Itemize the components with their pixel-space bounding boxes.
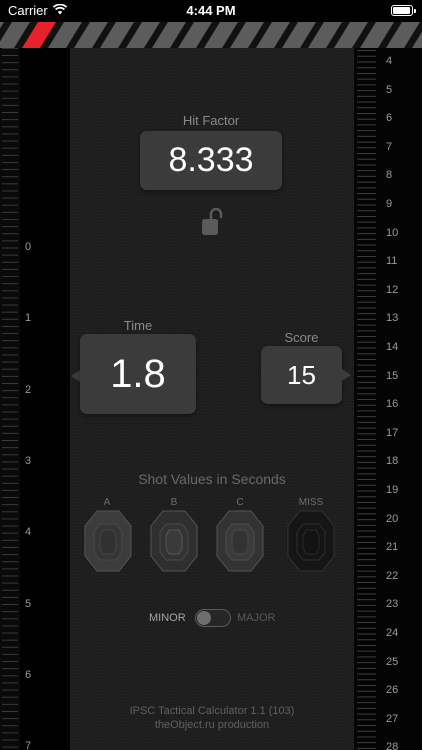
major-label[interactable]: MAJOR	[237, 612, 276, 624]
score-ruler-label: 13	[386, 312, 399, 325]
score-ruler-label: 12	[386, 283, 399, 296]
target-c-label: C	[236, 497, 244, 508]
target-c-button[interactable]	[216, 510, 264, 572]
score-ruler-label: 23	[386, 598, 399, 611]
score-label: Score	[284, 330, 319, 345]
score-pointer	[342, 369, 351, 381]
time-value[interactable]: 1.8	[80, 334, 196, 414]
score-ruler-label: 4	[386, 55, 393, 67]
target-miss-label: MISS	[298, 497, 324, 508]
score-ruler-label: 5	[386, 83, 393, 96]
time-ruler-labels: 0 1 2 3 4 5 6 7	[20, 48, 70, 750]
time-ruler-label: 5	[25, 597, 32, 610]
target-b-button[interactable]	[150, 510, 198, 572]
score-value[interactable]: 15	[261, 346, 342, 404]
score-ruler-label: 16	[386, 398, 399, 411]
unlock-icon[interactable]	[200, 205, 224, 237]
score-ruler-label: 26	[386, 684, 399, 697]
time-label: Time	[123, 318, 153, 333]
time-ruler-label: 6	[25, 668, 32, 681]
score-ruler-label: 19	[386, 484, 399, 496]
app-version-text: IPSC Tactical Calculator 1.1 (103)	[129, 705, 295, 717]
minor-label[interactable]: MINOR	[149, 612, 186, 624]
credits-text: theObject.ru production	[154, 719, 270, 731]
score-ruler[interactable]: 4 5 6 7 8 9 10 11 12 13 14 15 16 17 18 19 20 21 22 23 24 25 26…	[354, 48, 422, 750]
score-ruler-label: 18	[386, 455, 399, 468]
target-a-label: A	[103, 497, 111, 508]
score-ruler-label: 14	[386, 341, 399, 353]
hazard-stripe-bar	[0, 22, 422, 48]
hit-factor-value: 8.333	[140, 131, 282, 190]
score-ruler-label: 7	[386, 140, 393, 153]
time-ruler-label: 7	[25, 740, 32, 750]
switch-knob	[197, 611, 211, 625]
target-a-button[interactable]	[84, 510, 132, 572]
score-ruler-label: 15	[386, 369, 399, 382]
score-ruler-label: 17	[386, 426, 399, 439]
score-ruler-label: 21	[386, 541, 399, 554]
shot-values-title: Shot Values in Seconds	[138, 471, 286, 487]
time-pointer	[71, 370, 80, 382]
target-miss-button[interactable]	[287, 510, 335, 572]
target-b-label: B	[170, 497, 178, 508]
time-ruler-label: 4	[25, 526, 32, 539]
time-ruler-label: 1	[25, 312, 32, 325]
hit-factor-label: Hit Factor	[182, 113, 240, 128]
score-ruler-label: 24	[386, 627, 399, 639]
time-ruler-label: 2	[25, 383, 32, 396]
score-ruler-label: 11	[386, 255, 398, 268]
score-ruler-label: 10	[386, 226, 399, 239]
score-ruler-label: 6	[386, 112, 393, 125]
time-ruler-label: 0	[25, 241, 32, 253]
left-ruler-strip	[0, 47, 20, 750]
score-ruler-label: 20	[386, 512, 399, 525]
score-ruler-label: 25	[386, 655, 399, 668]
score-ruler-label: 27	[386, 712, 399, 725]
score-ruler-label: 9	[386, 198, 393, 210]
power-factor-toggle-row: MINOR MAJOR	[70, 608, 354, 628]
battery-icon	[391, 5, 416, 16]
power-factor-switch[interactable]	[195, 609, 231, 627]
status-bar: Carrier 4:44 PM	[0, 0, 422, 22]
score-ruler-label: 22	[386, 569, 399, 582]
time-ruler-label: 3	[25, 454, 32, 467]
clock: 4:44 PM	[186, 3, 236, 18]
score-ruler-label: 28	[386, 741, 399, 750]
score-ruler-label: 8	[386, 169, 393, 182]
